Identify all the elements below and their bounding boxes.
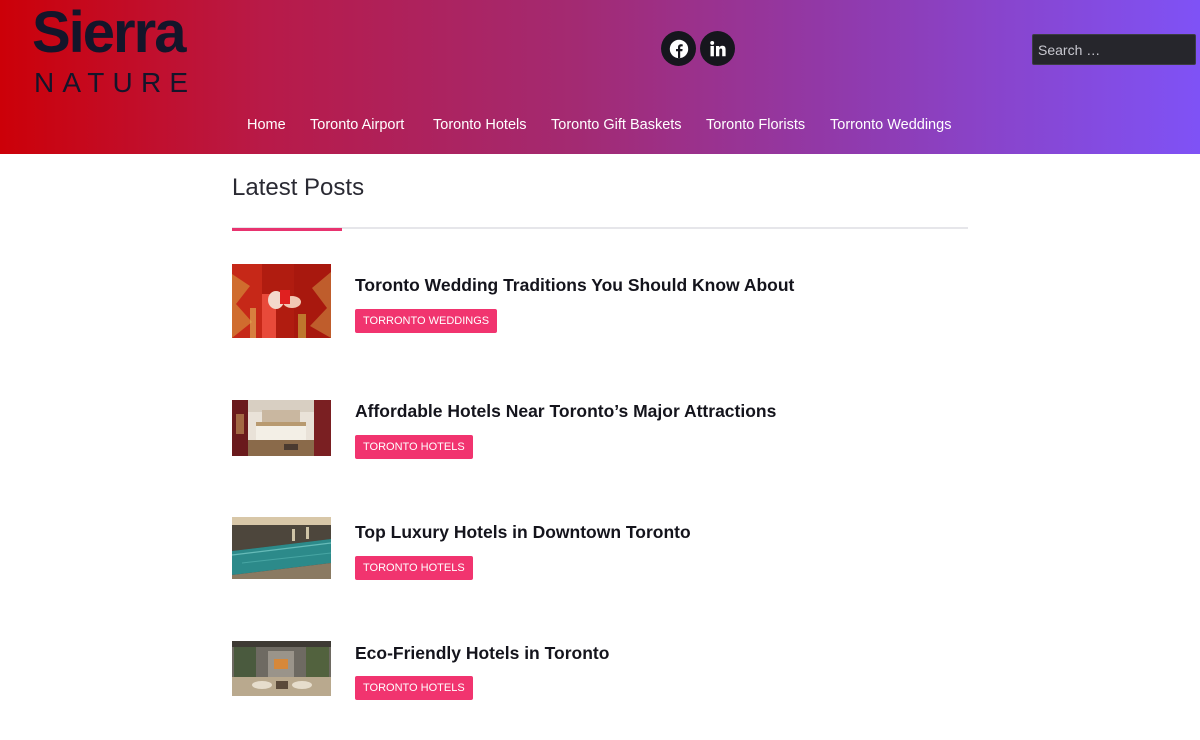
- search-input[interactable]: [1032, 34, 1196, 65]
- linkedin-link[interactable]: [700, 31, 735, 66]
- nav-item-toronto-airport[interactable]: Toronto Airport: [310, 115, 404, 135]
- facebook-icon: [669, 39, 688, 58]
- heading-divider: [232, 227, 968, 229]
- category-badge[interactable]: TORONTO HOTELS: [355, 435, 473, 459]
- post-thumbnail[interactable]: [232, 264, 331, 338]
- post-thumbnail[interactable]: [232, 517, 331, 579]
- nav-item-home[interactable]: Home: [247, 115, 286, 135]
- category-badge[interactable]: TORRONTO WEDDINGS: [355, 309, 498, 333]
- logo-wordmark: Sierra: [32, 0, 186, 65]
- hotel-pool-image: [232, 517, 331, 579]
- category-badge[interactable]: TORONTO HOTELS: [355, 676, 473, 700]
- site-logo[interactable]: Sierra NATURE: [32, 4, 222, 98]
- post-title-link[interactable]: Toronto Wedding Traditions You Should Kn…: [355, 274, 794, 296]
- post-title-link[interactable]: Affordable Hotels Near Toronto’s Major A…: [355, 400, 776, 422]
- nav-item-toronto-hotels[interactable]: Toronto Hotels: [433, 115, 527, 135]
- post-title-link[interactable]: Top Luxury Hotels in Downtown Toronto: [355, 521, 691, 543]
- post-title-link[interactable]: Eco-Friendly Hotels in Toronto: [355, 642, 609, 664]
- nav-item-toronto-florists[interactable]: Toronto Florists: [706, 115, 805, 135]
- nav-item-toronto-gift-baskets[interactable]: Toronto Gift Baskets: [551, 115, 682, 135]
- site-header: Sierra NATURE Home Toronto Airport Toron…: [0, 0, 1200, 154]
- post-thumbnail[interactable]: [232, 400, 331, 456]
- main-navigation: Home Toronto Airport Toronto Hotels Toro…: [0, 115, 1200, 137]
- category-badge[interactable]: TORONTO HOTELS: [355, 556, 473, 580]
- social-links: [661, 31, 735, 66]
- page-title: Latest Posts: [232, 174, 365, 201]
- eco-hotel-lobby-image: [232, 641, 331, 696]
- nav-item-torronto-weddings[interactable]: Torronto Weddings: [830, 115, 951, 135]
- linkedin-icon: [709, 40, 726, 56]
- post-thumbnail[interactable]: [232, 641, 331, 696]
- heading-divider-accent: [232, 228, 342, 231]
- wedding-photo-image: [232, 264, 331, 338]
- hotel-room-image: [232, 400, 331, 456]
- facebook-link[interactable]: [661, 31, 696, 66]
- logo-tagline: NATURE: [34, 67, 197, 98]
